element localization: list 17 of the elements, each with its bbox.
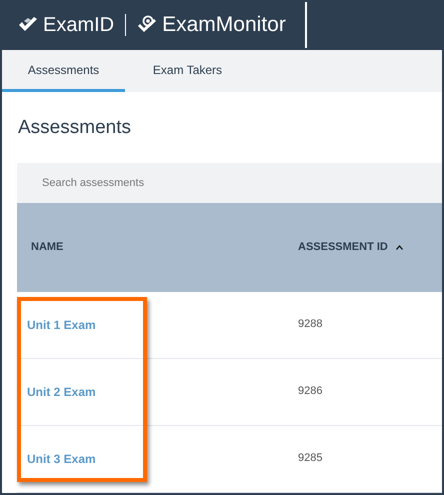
- column-header[interactable]: NAME: [31, 238, 64, 256]
- brand-logo-text: ExamMonitor: [162, 12, 286, 38]
- brand-logo-text: ExamID: [43, 13, 114, 38]
- search-field[interactable]: Search assessments: [17, 162, 442, 202]
- assessment-link[interactable]: Unit 3 Exam: [27, 450, 298, 468]
- tab[interactable]: Exam Takers: [125, 50, 250, 92]
- assessment-link[interactable]: Unit 1 Exam: [27, 316, 298, 334]
- table-cell-text: 9286: [298, 384, 322, 400]
- page-title: Assessments: [18, 116, 131, 140]
- sort-ascending-icon[interactable]: [396, 244, 403, 250]
- checkmark-icon: [18, 16, 38, 34]
- column-header[interactable]: ASSESSMENT ID: [298, 238, 388, 256]
- assessment-link[interactable]: Unit 2 Exam: [27, 382, 298, 400]
- table-cell-text: 9285: [298, 451, 322, 466]
- eye-check-icon: [137, 15, 158, 35]
- tab[interactable]: Assessments: [2, 50, 125, 92]
- table-cell-text: 9288: [298, 317, 322, 332]
